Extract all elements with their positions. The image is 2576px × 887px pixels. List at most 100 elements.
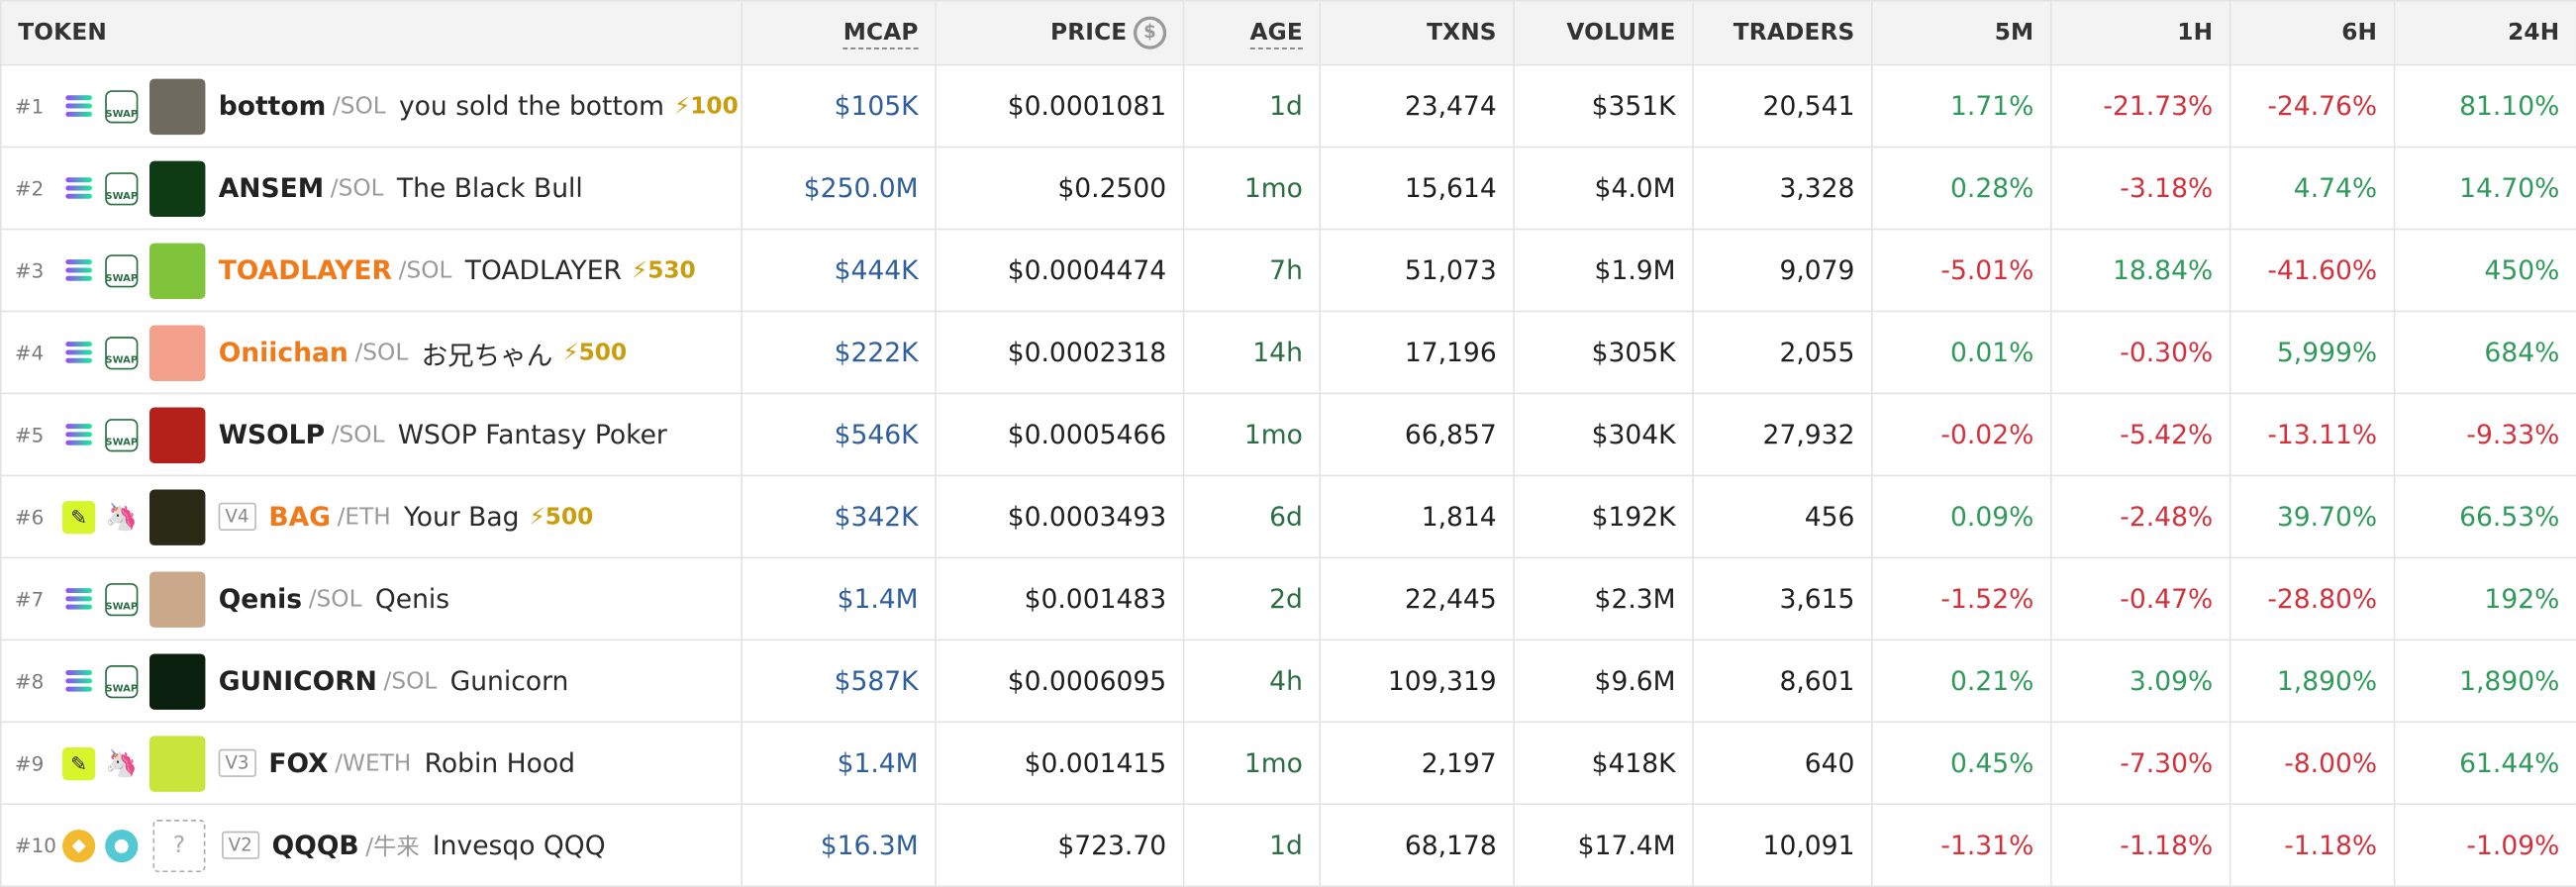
table-body: #1 SWAP bottom/SOL you sold the bottom ⚡100 $…: [0, 63, 2576, 887]
token-cell[interactable]: #9 ✎ 🦄 V3 FOX/WETH Robin Hood: [0, 721, 743, 806]
solana-icon: [60, 581, 97, 618]
mcap-cell: $1.4M: [741, 556, 937, 641]
swap-icon: SWAP: [104, 663, 141, 700]
column-header-mcap[interactable]: MCAP: [741, 0, 937, 66]
traders-cell: 3,328: [1692, 146, 1873, 231]
token-cell[interactable]: #2 SWAP ANSEM/SOL The Black Bull: [0, 146, 743, 231]
traders-cell: 10,091: [1692, 803, 1873, 887]
table-row[interactable]: #9 ✎ 🦄 V3 FOX/WETH Robin Hood $1.4M $0.001415 1m…: [0, 721, 2576, 806]
column-header-6h[interactable]: 6H: [2229, 0, 2396, 66]
price-cell: $0.001415: [935, 721, 1185, 806]
token-cell[interactable]: #5 SWAP WSOLP/SOL WSOP Fantasy Poker: [0, 392, 743, 477]
table-row[interactable]: #4 SWAP Oniichan/SOL お兄ちゃん ⚡500 $222K $0.00023…: [0, 310, 2576, 395]
uniswap-icon: 🦄: [105, 501, 139, 533]
mcap-cell: $105K: [741, 63, 937, 148]
traders-cell: 9,079: [1692, 228, 1873, 313]
column-header-5m[interactable]: 5M: [1871, 0, 2052, 66]
token-name: Your Bag: [404, 501, 520, 533]
traders-cell: 3,615: [1692, 556, 1873, 641]
price-cell: $0.0005466: [935, 392, 1185, 477]
change-6h-cell: -41.60%: [2229, 228, 2396, 313]
change-6h-cell: 1,890%: [2229, 639, 2396, 724]
change-24h-cell: -1.09%: [2393, 803, 2576, 887]
token-cell[interactable]: #8 SWAP GUNICORN/SOL Gunicorn: [0, 639, 743, 724]
token-symbol: FOX: [268, 747, 329, 779]
token-cell[interactable]: #1 SWAP bottom/SOL you sold the bottom ⚡100: [0, 63, 743, 148]
table-row[interactable]: #6 ✎ 🦄 V4 BAG/ETH Your Bag ⚡500 $342K $0.0003493…: [0, 474, 2576, 559]
change-5m-cell: -1.52%: [1871, 556, 2052, 641]
table-row[interactable]: #1 SWAP bottom/SOL you sold the bottom ⚡100 $…: [0, 63, 2576, 148]
column-header-txns[interactable]: TXNS: [1319, 0, 1515, 66]
token-name: Invesqo QQQ: [432, 829, 606, 861]
boost-badge: ⚡500: [529, 503, 594, 531]
token-name: Robin Hood: [424, 747, 575, 779]
volume-cell: $4.0M: [1513, 146, 1694, 231]
price-cell: $0.0006095: [935, 639, 1185, 724]
change-5m-cell: 0.28%: [1871, 146, 2052, 231]
price-cell: $0.0004474: [935, 228, 1185, 313]
table-row[interactable]: #10 ◆ ●? V2 QQQB/牛来 Invesqo QQQ $16.3M $723.70 1…: [0, 803, 2576, 887]
pair-quote: /SOL: [383, 667, 438, 695]
currency-toggle-icon[interactable]: $: [1133, 16, 1167, 49]
token-avatar: [149, 406, 206, 463]
column-header-token[interactable]: TOKEN: [0, 0, 743, 66]
swap-icon: SWAP: [104, 417, 141, 453]
mcap-cell: $222K: [741, 310, 937, 395]
column-header-volume[interactable]: VOLUME: [1513, 0, 1694, 66]
table-row[interactable]: #5 SWAP WSOLP/SOL WSOP Fantasy Poker $546K $0…: [0, 392, 2576, 477]
table-header: TOKEN MCAP PRICE $ AGE TXNS VOLUME TRADER…: [0, 0, 2576, 66]
token-cell[interactable]: #10 ◆ ●? V2 QQQB/牛来 Invesqo QQQ: [0, 803, 743, 887]
rank-label: #10: [14, 834, 56, 857]
price-cell: $0.0003493: [935, 474, 1185, 559]
token-symbol: bottom: [218, 90, 327, 122]
token-cell[interactable]: #6 ✎ 🦄 V4 BAG/ETH Your Bag ⚡500: [0, 474, 743, 559]
token-cell[interactable]: #7 SWAP Qenis/SOL Qenis: [0, 556, 743, 641]
token-name: Qenis: [374, 583, 450, 615]
solana-icon: [60, 417, 97, 453]
table-row[interactable]: #3 SWAP TOADLAYER/SOL TOADLAYER ⚡530 $444K $0.…: [0, 228, 2576, 313]
solana-icon: [60, 252, 97, 289]
change-6h-cell: -13.11%: [2229, 392, 2396, 477]
change-1h-cell: -1.18%: [2049, 803, 2231, 887]
change-6h-cell: -24.76%: [2229, 63, 2396, 148]
volume-cell: $17.4M: [1513, 803, 1694, 887]
token-symbol: GUNICORN: [218, 665, 377, 697]
column-header-24h[interactable]: 24H: [2393, 0, 2576, 66]
rank-label: #1: [14, 94, 45, 118]
column-header-price[interactable]: PRICE $: [935, 0, 1185, 66]
change-24h-cell: -9.33%: [2393, 392, 2576, 477]
table-row[interactable]: #8 SWAP GUNICORN/SOL Gunicorn $587K $0.000609…: [0, 639, 2576, 724]
txns-cell: 109,319: [1319, 639, 1515, 724]
change-6h-cell: 39.70%: [2229, 474, 2396, 559]
mcap-cell: $587K: [741, 639, 937, 724]
bnb-icon: ◆: [60, 828, 97, 864]
volume-cell: $1.9M: [1513, 228, 1694, 313]
token-cell[interactable]: #3 SWAP TOADLAYER/SOL TOADLAYER ⚡530: [0, 228, 743, 313]
pair-quote: /SOL: [308, 585, 362, 613]
change-1h-cell: -21.73%: [2049, 63, 2231, 148]
column-header-traders[interactable]: TRADERS: [1692, 0, 1873, 66]
pair-quote: /SOL: [330, 174, 384, 202]
change-24h-cell: 684%: [2393, 310, 2576, 395]
table-row[interactable]: #7 SWAP Qenis/SOL Qenis $1.4M $0.001483 2d 22,4…: [0, 556, 2576, 641]
pair-quote: /SOL: [332, 92, 386, 120]
token-avatar: [149, 570, 206, 628]
column-header-1h[interactable]: 1H: [2049, 0, 2231, 66]
volume-cell: $9.6M: [1513, 639, 1694, 724]
pair-quote: /SOL: [354, 339, 409, 366]
dex-version-badge: V2: [222, 831, 259, 859]
token-cell[interactable]: #4 SWAP Oniichan/SOL お兄ちゃん ⚡500: [0, 310, 743, 395]
age-cell: 1d: [1182, 63, 1322, 148]
token-avatar: [149, 77, 206, 135]
price-cell: $0.0002318: [935, 310, 1185, 395]
dex-version-badge: V4: [218, 502, 256, 531]
solana-icon: [60, 88, 97, 125]
column-header-age[interactable]: AGE: [1182, 0, 1322, 66]
volume-cell: $418K: [1513, 721, 1694, 806]
table-row[interactable]: #2 SWAP ANSEM/SOL The Black Bull $250.0M $0.2…: [0, 146, 2576, 231]
swap-icon: SWAP: [104, 581, 141, 618]
swap-icon: SWAP: [104, 170, 141, 207]
token-name: お兄ちゃん: [421, 339, 553, 371]
traders-cell: 2,055: [1692, 310, 1873, 395]
uniswap-icon: 🦄: [105, 747, 139, 779]
